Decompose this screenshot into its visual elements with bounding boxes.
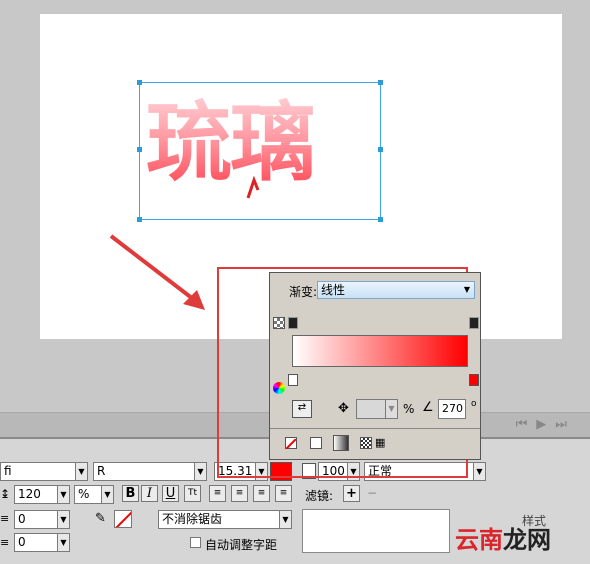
stroke-color-swatch[interactable] bbox=[114, 510, 132, 528]
antialias-select[interactable]: 不消除锯齿 bbox=[158, 510, 292, 529]
italic-button[interactable]: I bbox=[141, 485, 158, 502]
align-right-icon[interactable]: ≡ bbox=[253, 485, 270, 502]
resize-handle[interactable] bbox=[378, 80, 383, 85]
text-selection-box[interactable] bbox=[137, 80, 383, 222]
swap-colors-icon[interactable]: ⇄ bbox=[292, 400, 312, 418]
indent-icon: ≡ bbox=[0, 512, 10, 525]
gradient-panel: 渐变: 线性 ▼ ⇄ ✥ ▼ % ∠ 270 o ▦ bbox=[269, 272, 481, 460]
no-fill-icon[interactable] bbox=[285, 437, 297, 450]
color-wheel-icon[interactable] bbox=[273, 382, 285, 394]
add-filter-button[interactable]: + bbox=[343, 485, 360, 502]
color-stop-red[interactable] bbox=[469, 374, 479, 386]
align-left-icon[interactable]: ≡ bbox=[209, 485, 226, 502]
chevron-down-icon[interactable]: ▼ bbox=[385, 399, 398, 419]
angle-icon: ∠ bbox=[422, 400, 434, 415]
color-stop-white[interactable] bbox=[288, 374, 298, 386]
resize-handle[interactable] bbox=[378, 147, 383, 152]
remove-filter-icon[interactable]: − bbox=[367, 486, 377, 500]
playback-controls[interactable]: ⏮▶⏭ bbox=[516, 417, 576, 432]
no-stroke-icon bbox=[115, 511, 131, 527]
chevron-down-icon[interactable]: ▼ bbox=[101, 485, 114, 504]
chevron-down-icon[interactable]: ▼ bbox=[57, 510, 70, 529]
resize-handle[interactable] bbox=[137, 80, 142, 85]
rewind-icon[interactable]: ⏮ bbox=[516, 417, 537, 432]
leading-icon: ↨ bbox=[0, 487, 11, 501]
font-family-field[interactable]: fi bbox=[0, 462, 87, 481]
autokern-checkbox[interactable] bbox=[190, 537, 201, 548]
spacing-icon: ≡ bbox=[0, 536, 10, 549]
resize-handle[interactable] bbox=[137, 147, 142, 152]
chevron-down-icon[interactable]: ▼ bbox=[75, 462, 88, 481]
autokern-label: 自动调整字距 bbox=[205, 538, 278, 552]
gradient-fill-icon[interactable] bbox=[333, 435, 349, 451]
font-style-field[interactable]: R bbox=[93, 462, 207, 481]
gradient-type-value: 线性 bbox=[321, 283, 346, 297]
play-icon[interactable]: ▶ bbox=[536, 417, 555, 432]
color-stop-top[interactable] bbox=[469, 317, 479, 329]
color-stop-top[interactable] bbox=[288, 317, 298, 329]
resize-handle[interactable] bbox=[137, 217, 142, 222]
leading-field[interactable]: 120 bbox=[14, 485, 58, 504]
chevron-down-icon[interactable]: ▼ bbox=[57, 485, 70, 504]
gradient-type-label: 渐变: bbox=[289, 285, 318, 299]
mouse-cursor-icon bbox=[246, 176, 260, 199]
angle-field[interactable]: 270 bbox=[438, 399, 466, 419]
move-icon: ✥ bbox=[338, 401, 349, 416]
pencil-icon[interactable]: ✎ bbox=[95, 511, 106, 526]
resize-handle[interactable] bbox=[378, 217, 383, 222]
underline-button[interactable]: U bbox=[162, 485, 179, 502]
annotation-arrow-icon bbox=[109, 234, 205, 310]
indent-field[interactable]: 0 bbox=[14, 510, 58, 529]
watermark-logo: 云南龙网 bbox=[455, 526, 551, 554]
bold-button[interactable]: B bbox=[122, 485, 139, 502]
forward-icon[interactable]: ⏭ bbox=[555, 417, 576, 432]
align-justify-icon[interactable]: ≡ bbox=[275, 485, 292, 502]
chevron-down-icon[interactable]: ▼ bbox=[57, 533, 70, 552]
gradient-type-select[interactable]: 线性 ▼ bbox=[317, 281, 475, 299]
checker-icon bbox=[273, 317, 285, 329]
percent-field[interactable] bbox=[356, 399, 386, 419]
chevron-down-icon: ▼ bbox=[463, 285, 470, 294]
gradient-preview-bar[interactable] bbox=[292, 335, 468, 367]
spacing-field[interactable]: 0 bbox=[14, 533, 58, 552]
pattern-fill-icon[interactable] bbox=[360, 437, 372, 449]
filter-label: 滤镜: bbox=[305, 489, 334, 503]
align-center-icon[interactable]: ≡ bbox=[231, 485, 248, 502]
solid-fill-icon[interactable] bbox=[310, 437, 322, 449]
percent-symbol: % bbox=[403, 402, 415, 416]
panel-divider bbox=[270, 428, 480, 429]
chevron-down-icon[interactable]: ▼ bbox=[279, 510, 292, 529]
degree-symbol: o bbox=[471, 399, 477, 409]
filter-list[interactable] bbox=[302, 509, 450, 553]
text-options-icon[interactable]: Tt bbox=[184, 485, 201, 502]
fill-options-icon[interactable]: ▦ bbox=[375, 436, 385, 449]
chevron-down-icon[interactable]: ▼ bbox=[473, 462, 486, 481]
chevron-down-icon[interactable]: ▼ bbox=[194, 462, 207, 481]
